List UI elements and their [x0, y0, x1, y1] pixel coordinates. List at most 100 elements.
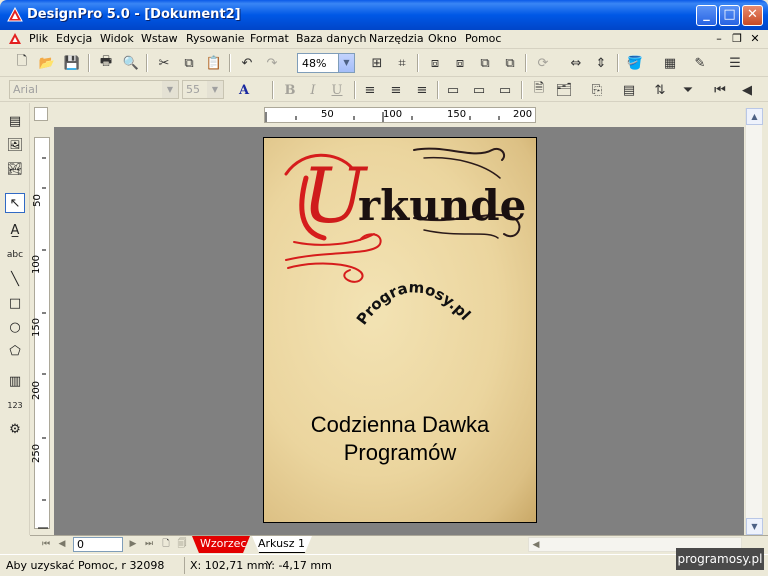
mdi-close-button[interactable]: ✕ — [747, 32, 763, 46]
ungroup-icon[interactable]: ⧉ — [500, 53, 520, 73]
bold-icon[interactable]: B — [280, 80, 300, 100]
new-record-icon[interactable]: 🗎 — [529, 80, 549, 100]
barcode-tool-icon[interactable]: ▥ — [5, 371, 25, 391]
polygon-tool-icon[interactable]: ⬠ — [5, 341, 25, 361]
add-page-icon[interactable]: 🗋 — [159, 537, 173, 552]
menu-wstaw[interactable]: Wstaw — [141, 32, 178, 45]
scroll-up-icon[interactable]: ▲ — [746, 108, 763, 125]
line-tool-icon[interactable]: ╲ — [5, 269, 25, 289]
standard-toolbar: 🗋 📂 💾 🖶 🔍 ✂ ⧉ 📋 ↶ ↷ 48% ▼ ⊞ ⌗ ⧈ ⧈ ⧉ ⧉ ⟳ … — [0, 50, 768, 77]
previous-record-icon[interactable]: ◀ — [737, 80, 757, 100]
merge-field-icon[interactable]: ⎘ — [587, 80, 607, 100]
database-open-icon[interactable]: 🗂 — [554, 80, 574, 100]
document-control-icon[interactable] — [8, 32, 22, 46]
menu-pomoc[interactable]: Pomoc — [465, 32, 501, 45]
chevron-down-icon[interactable]: ▼ — [207, 81, 223, 98]
snap-grid-icon[interactable]: ⊞ — [367, 53, 387, 73]
minimize-button[interactable]: _ — [696, 5, 717, 26]
scroll-down-icon[interactable]: ▼ — [746, 518, 763, 535]
font-name-select[interactable]: Arial ▼ — [9, 80, 179, 99]
pointer-tool-icon[interactable]: ↖ — [5, 193, 25, 213]
undo-icon[interactable]: ↶ — [237, 53, 257, 73]
status-x-coordinate: X: 102,71 mm — [190, 559, 269, 572]
rotate-icon[interactable]: ⟳ — [533, 53, 553, 73]
rectangle-tool-icon[interactable]: □ — [5, 293, 25, 313]
redo-icon[interactable]: ↷ — [262, 53, 282, 73]
menu-rysowanie[interactable]: Rysowanie — [186, 32, 245, 45]
first-record-icon[interactable]: ⏮ — [710, 80, 730, 100]
menu-format[interactable]: Format — [250, 32, 289, 45]
first-page-icon[interactable]: ⏮ — [39, 537, 53, 552]
align-left-icon[interactable]: ≡ — [360, 80, 380, 100]
open-folder-icon[interactable]: 📂 — [37, 53, 57, 73]
document-page[interactable]: U rkunde Programosy.pl Codzienna Dawka P… — [263, 137, 537, 523]
print-preview-icon[interactable]: 🔍 — [121, 53, 141, 73]
toolbar-separator — [437, 81, 439, 99]
text-tool-icon[interactable]: A̲ — [5, 220, 25, 240]
tab-arkusz-1[interactable]: Arkusz 1 — [252, 536, 312, 553]
image-icon[interactable]: 🏞 — [5, 159, 25, 179]
shapes-tool-icon[interactable]: ⚙ — [5, 419, 25, 439]
layers-icon[interactable]: ▤ — [5, 111, 25, 131]
line-style-icon[interactable]: ☰ — [725, 53, 745, 73]
underline-icon[interactable]: U — [327, 80, 347, 100]
toolbar-separator — [525, 54, 527, 72]
copy-icon[interactable]: ⧉ — [179, 53, 199, 73]
prev-page-icon[interactable]: ◀ — [55, 537, 69, 552]
valign-bottom-icon[interactable]: ▭ — [495, 80, 515, 100]
numbering-tool-icon[interactable]: 123 — [5, 395, 25, 415]
font-color-icon[interactable]: A — [234, 80, 254, 100]
print-icon[interactable]: 🖶 — [96, 53, 116, 73]
fill-color-icon[interactable]: 🪣 — [625, 53, 645, 73]
clipart-icon[interactable]: 🖼 — [5, 135, 25, 155]
menu-narzedzia[interactable]: Narzędzia — [369, 32, 424, 45]
sort-icon[interactable]: ⇅ — [650, 80, 670, 100]
italic-icon[interactable]: I — [303, 80, 323, 100]
align-right-icon[interactable]: ≡ — [412, 80, 432, 100]
menu-edycja[interactable]: Edycja — [56, 32, 92, 45]
next-page-icon[interactable]: ▶ — [126, 537, 140, 552]
cut-icon[interactable]: ✂ — [154, 53, 174, 73]
page-number-input[interactable]: 0 — [73, 537, 123, 552]
menu-widok[interactable]: Widok — [100, 32, 134, 45]
new-document-icon[interactable]: 🗋 — [12, 53, 32, 73]
send-to-back-icon[interactable]: ⧈ — [450, 53, 470, 73]
chevron-down-icon[interactable]: ▼ — [162, 81, 178, 98]
menu-plik[interactable]: Plik — [29, 32, 48, 45]
delete-page-icon[interactable]: 🗐 — [175, 537, 189, 552]
menu-baza-danych[interactable]: Baza danych — [296, 32, 367, 45]
designpro-app-icon[interactable] — [7, 7, 23, 23]
scroll-left-icon[interactable]: ◀ — [529, 538, 543, 553]
line-color-icon[interactable]: ✎ — [690, 53, 710, 73]
maximize-button[interactable]: □ — [719, 5, 740, 26]
horizontal-ruler: 50 100 150 200 — [54, 107, 744, 123]
bring-to-front-icon[interactable]: ⧈ — [425, 53, 445, 73]
toolbar-separator — [229, 54, 231, 72]
flip-vertical-icon[interactable]: ⇕ — [591, 53, 611, 73]
ellipse-tool-icon[interactable]: ○ — [5, 317, 25, 337]
ruler-corner[interactable] — [34, 107, 48, 121]
vertical-scrollbar[interactable]: ▲ ▼ — [745, 108, 763, 535]
crop-icon[interactable]: ⌗ — [392, 53, 412, 73]
design-canvas[interactable]: U rkunde Programosy.pl Codzienna Dawka P… — [54, 127, 744, 535]
paste-icon[interactable]: 📋 — [204, 53, 224, 73]
menu-okno[interactable]: Okno — [428, 32, 457, 45]
record-list-icon[interactable]: ▤ — [619, 80, 639, 100]
flip-horizontal-icon[interactable]: ⇔ — [566, 53, 586, 73]
save-icon[interactable]: 💾 — [62, 53, 82, 73]
pattern-icon[interactable]: ▦ — [660, 53, 680, 73]
font-size-select[interactable]: 55 ▼ — [182, 80, 224, 99]
chevron-down-icon[interactable]: ▼ — [338, 54, 354, 72]
group-icon[interactable]: ⧉ — [475, 53, 495, 73]
tab-wzorzec[interactable]: Wzorzec — [192, 536, 250, 553]
align-center-icon[interactable]: ≡ — [386, 80, 406, 100]
valign-top-icon[interactable]: ▭ — [443, 80, 463, 100]
arc-text-tool-icon[interactable]: abc — [5, 245, 25, 265]
last-page-icon[interactable]: ⏭ — [142, 537, 156, 552]
filter-icon[interactable]: ⏷ — [678, 80, 698, 100]
mdi-restore-button[interactable]: ❐ — [729, 32, 745, 46]
mdi-minimize-button[interactable]: – — [711, 32, 727, 46]
valign-middle-icon[interactable]: ▭ — [469, 80, 489, 100]
close-button[interactable]: ✕ — [742, 5, 763, 26]
zoom-select[interactable]: 48% ▼ — [297, 53, 355, 73]
